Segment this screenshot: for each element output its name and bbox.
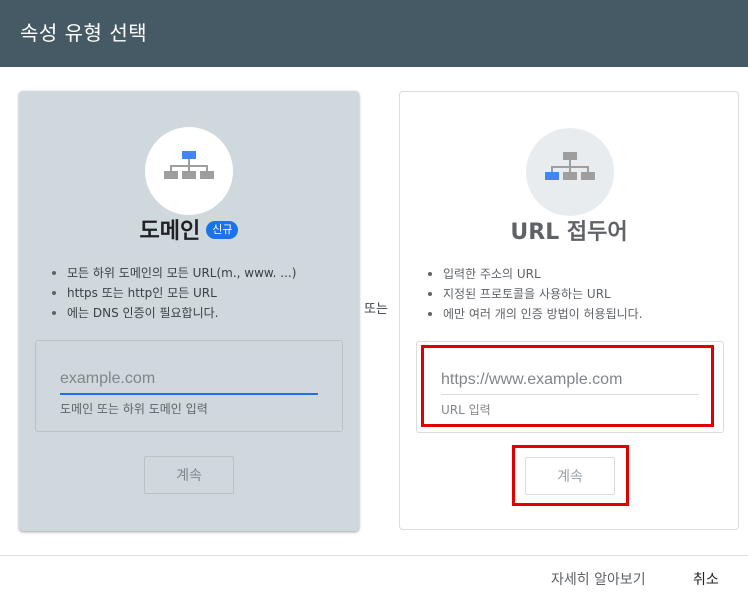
dialog-header: 속성 유형 선택 [0, 0, 748, 67]
domain-input-underline [60, 393, 318, 395]
domain-option-card[interactable]: 도메인 신규 모든 하위 도메인의 모든 URL(m., www. ...) ht… [19, 91, 359, 531]
url-continue-button[interactable]: 계속 [525, 457, 615, 495]
list-item: 에만 여러 개의 인증 방법이 허용됩니다. [425, 304, 725, 324]
or-separator: 또는 [364, 302, 388, 317]
domain-feature-list: 모든 하위 도메인의 모든 URL(m., www. ...) https 또는… [49, 263, 349, 323]
url-prefix-card-title: URL 접두어 [510, 220, 628, 245]
domain-input[interactable] [60, 365, 318, 393]
footer-divider [0, 555, 748, 556]
list-item: 지정된 프로토콜을 사용하는 URL [425, 284, 725, 304]
url-prefix-option-card[interactable]: URL 접두어 입력한 주소의 URL 지정된 프로토콜을 사용하는 URL 에… [399, 91, 739, 530]
domain-title-text: 도메인 [139, 219, 201, 244]
sitemap-icon [164, 151, 214, 179]
url-input-underline [441, 394, 699, 395]
url-input[interactable] [441, 366, 699, 394]
domain-input-box: 도메인 또는 하위 도메인 입력 [35, 340, 343, 432]
list-item: https 또는 http인 모든 URL [49, 283, 349, 303]
sitemap-icon [545, 152, 595, 180]
learn-more-button[interactable]: 자세히 알아보기 [551, 570, 646, 590]
dialog-title: 속성 유형 선택 [20, 21, 148, 45]
domain-input-help: 도메인 또는 하위 도메인 입력 [60, 402, 208, 416]
url-input-help: URL 입력 [441, 403, 491, 417]
url-prefix-icon-circle [526, 128, 614, 216]
list-item: 모든 하위 도메인의 모든 URL(m., www. ...) [49, 263, 349, 283]
url-prefix-feature-list: 입력한 주소의 URL 지정된 프로토콜을 사용하는 URL 에만 여러 개의 … [425, 264, 725, 324]
domain-continue-button[interactable]: 계속 [144, 456, 234, 494]
new-badge: 신규 [206, 221, 239, 239]
cancel-button[interactable]: 취소 [693, 570, 719, 590]
domain-icon-circle [145, 127, 233, 215]
domain-card-title: 도메인 신규 [19, 216, 359, 248]
list-item: 에는 DNS 인증이 필요합니다. [49, 303, 349, 323]
url-input-box: URL 입력 [416, 341, 724, 433]
list-item: 입력한 주소의 URL [425, 264, 725, 284]
